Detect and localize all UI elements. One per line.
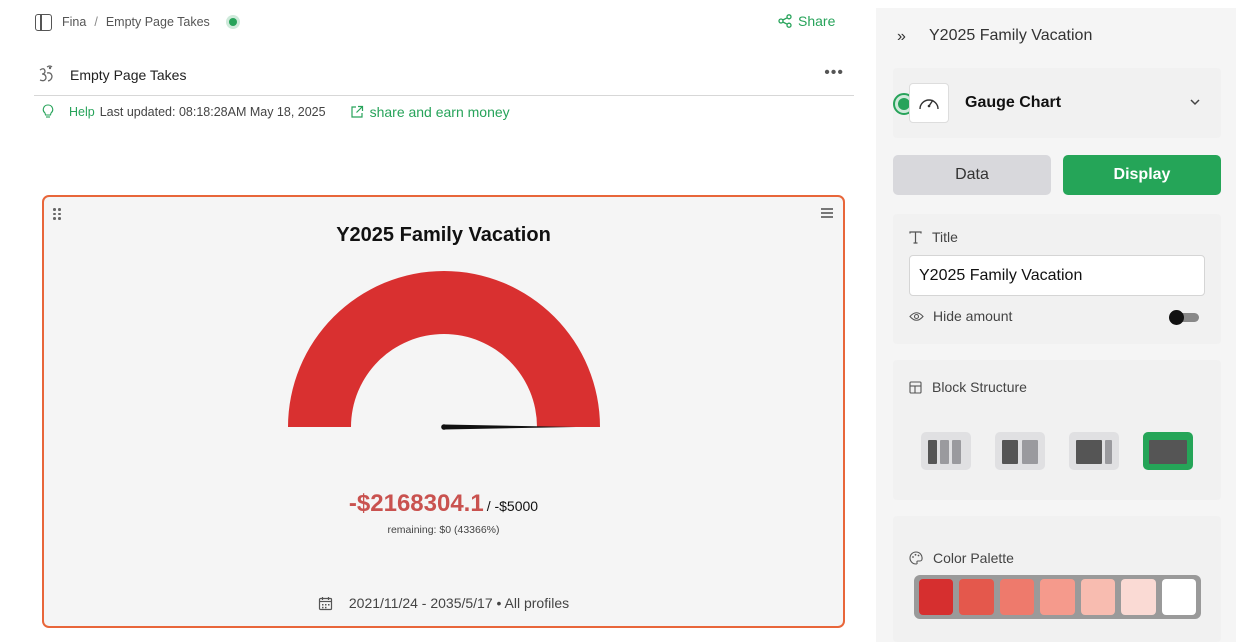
color-swatch-6[interactable] [1121, 579, 1156, 615]
share-earn-label: share and earn money [369, 104, 510, 120]
card-footer: 2021/11/24 - 2035/5/17 • All profiles [44, 595, 843, 611]
gauge-chart [288, 271, 600, 430]
color-palette-section: Color Palette [893, 516, 1221, 642]
breadcrumb-workspace[interactable]: Fina [62, 15, 86, 29]
color-palette-header: Color Palette [909, 550, 1014, 566]
gauge-needle-hub [441, 424, 447, 430]
target-amount: / -$5000 [486, 498, 539, 514]
chart-title: Y2025 Family Vacation [336, 224, 551, 246]
eye-icon [909, 311, 924, 321]
more-options-button[interactable]: ••• [824, 64, 844, 82]
gauge-arc [288, 271, 600, 427]
breadcrumb-separator: / [94, 15, 98, 29]
help-bar: Help Last updated: 08:18:28AM May 18, 20… [42, 103, 510, 121]
hide-amount-toggle[interactable] [1169, 310, 1199, 325]
title-section: Title Y2025 Family Vacation Hide amount [893, 214, 1221, 344]
sidebar-toggle-icon[interactable] [35, 14, 52, 31]
page-emoji-icon[interactable] [36, 64, 56, 84]
block-structure-header: Block Structure [909, 379, 1027, 395]
chevron-down-icon[interactable] [1189, 96, 1201, 108]
hide-amount-row: Hide amount [909, 308, 1012, 324]
top-bar: Fina / Empty Page Takes Share [0, 0, 870, 46]
title-input[interactable]: Y2025 Family Vacation [909, 255, 1205, 296]
gauge-chart-card[interactable]: Y2025 Family Vacation -$2168304.1/ -$500… [42, 195, 845, 628]
title-section-label: Title [932, 229, 958, 245]
breadcrumb: Fina / Empty Page Takes [62, 15, 240, 29]
current-amount: -$2168304.1 [348, 490, 484, 517]
layout-option-full-width[interactable] [1143, 432, 1193, 470]
share-label: Share [798, 13, 836, 29]
layout-options [921, 432, 1193, 470]
block-structure-section: Block Structure [893, 360, 1221, 500]
lightbulb-icon [42, 104, 54, 118]
page-header: Empty Page Takes ••• [34, 58, 854, 96]
text-icon [909, 230, 922, 244]
share-earn-link[interactable]: share and earn money [350, 104, 510, 120]
tab-display[interactable]: Display [1063, 155, 1221, 195]
color-palette-label: Color Palette [933, 550, 1014, 566]
amount-row: -$2168304.1/ -$5000 [44, 490, 843, 518]
sync-status-icon [225, 15, 240, 29]
color-swatch-2[interactable] [959, 579, 994, 615]
gauge-chart-icon [909, 83, 949, 123]
external-link-icon [350, 105, 363, 118]
share-icon [778, 14, 792, 28]
drag-handle-icon[interactable] [53, 208, 61, 220]
color-swatch-3[interactable] [999, 579, 1035, 615]
layout-option-wide-left[interactable] [1069, 432, 1119, 470]
color-swatch-4[interactable] [1040, 579, 1075, 615]
remaining-text: remaining: $0 (43366%) [387, 524, 500, 536]
layout-icon [909, 380, 922, 394]
block-structure-label: Block Structure [932, 379, 1027, 395]
color-swatch-5[interactable] [1080, 579, 1116, 615]
calendar-icon [318, 596, 332, 610]
color-swatch-1[interactable] [919, 579, 954, 615]
color-palette-swatches[interactable] [914, 575, 1201, 619]
tab-data[interactable]: Data [893, 155, 1051, 195]
panel-title: Y2025 Family Vacation [929, 27, 1093, 44]
last-updated-text: Last updated: 08:18:28AM May 18, 2025 [99, 105, 326, 119]
layout-option-three-columns[interactable] [921, 432, 971, 470]
title-section-header: Title [909, 229, 958, 245]
settings-panel: » Y2025 Family Vacation Gauge Chart Data… [876, 8, 1236, 642]
page-title[interactable]: Empty Page Takes [70, 67, 186, 83]
collapse-panel-icon[interactable]: » [897, 28, 906, 46]
layout-option-two-columns[interactable] [995, 432, 1045, 470]
widget-type-label: Gauge Chart [965, 94, 1062, 111]
hide-amount-label: Hide amount [933, 308, 1013, 324]
widget-type-select[interactable]: Gauge Chart [893, 68, 1221, 138]
share-button[interactable]: Share [778, 13, 835, 29]
help-link[interactable]: Help [69, 105, 95, 119]
palette-icon [909, 551, 923, 565]
breadcrumb-page[interactable]: Empty Page Takes [106, 15, 210, 29]
card-menu-icon[interactable] [821, 208, 833, 218]
color-swatch-7[interactable] [1161, 579, 1196, 615]
date-range-text: 2021/11/24 - 2035/5/17 • All profiles [348, 595, 570, 611]
